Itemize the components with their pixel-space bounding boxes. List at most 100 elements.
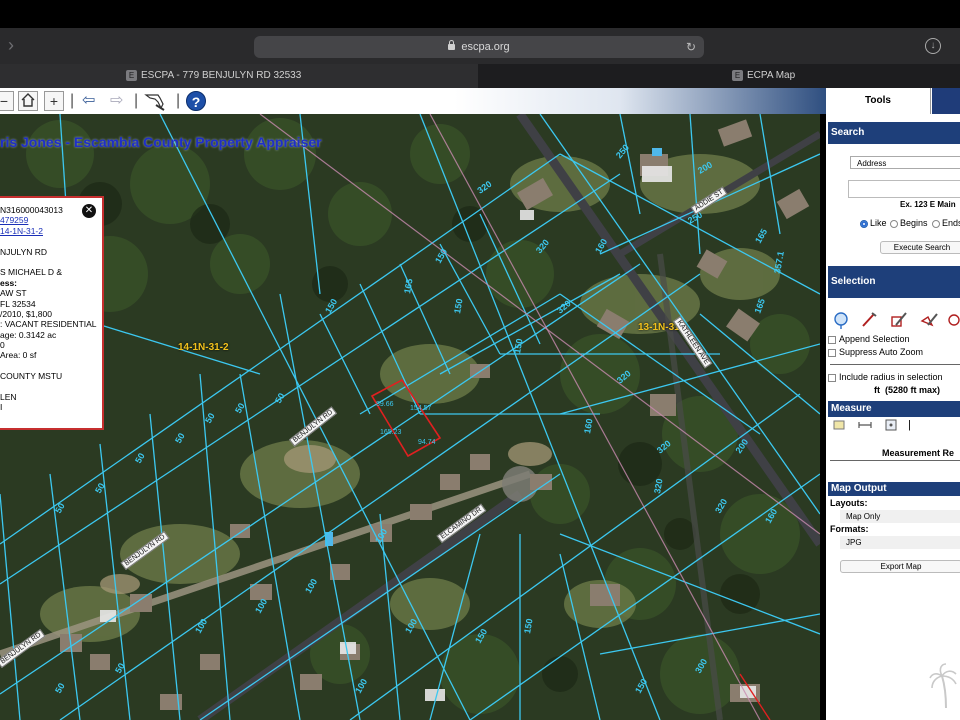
select-line-icon[interactable] [860,311,878,329]
popup-line: LEN [0,392,17,403]
measure-distance-icon[interactable] [858,418,872,432]
divider [830,460,960,461]
selection-header: Selection [828,266,960,298]
zoom-in-button[interactable]: + [44,91,64,111]
section-label: 13-1N-31 [638,322,680,333]
popup-line: COUNTY MSTU [0,371,63,382]
search-type-select[interactable]: Address [850,156,960,169]
popup-line: NJULYN RD [0,246,48,257]
tab-label: ECPA Map [747,70,796,81]
select-polygon-icon[interactable] [920,311,938,329]
tab-secondary[interactable] [932,88,960,114]
execute-search-button[interactable]: Execute Search [880,241,960,254]
zoom-out-button[interactable]: − [0,91,14,111]
popup-line: /2010, $1,800 [0,308,52,319]
popup-link-parcel[interactable]: 14-1N-31-2 [0,226,97,236]
divider [830,364,960,365]
parcel-info-popup: ✕ N316000043013 479259 14-1N-31-2 NJULYN… [0,196,104,430]
reload-icon[interactable]: ↻ [686,36,696,58]
popup-line: ess: [0,277,18,288]
select-circle-icon[interactable] [946,311,960,329]
tab-ecpa-map[interactable]: E ECPA Map [480,64,960,88]
popup-line [0,361,97,371]
map-toolbar [0,88,826,114]
radio-like[interactable] [860,219,868,228]
home-extent-button[interactable] [18,91,38,111]
identify-tool-button[interactable] [144,91,165,111]
palm-tree-logo-icon [929,663,957,709]
forward-chevron-icon[interactable]: › [8,36,14,54]
search-example: Ex. 123 E Main [900,200,956,209]
measure-area-icon[interactable] [832,418,846,432]
svg-text:89.66: 89.66 [376,401,394,408]
popup-line: N316000043013 [0,205,63,215]
include-radius-checkbox[interactable] [828,373,836,382]
section-label: 14-1N-31-2 [178,342,229,353]
popup-line: S MICHAEL D & [0,267,63,278]
map-output-header: Map Output [828,482,960,496]
radio-begins[interactable] [890,219,898,228]
favicon-icon: E [732,69,743,81]
include-radius-option[interactable]: Include radius in selection [828,372,943,382]
suppress-zoom-label: Suppress Auto Zoom [839,347,924,357]
suppress-zoom-option[interactable]: Suppress Auto Zoom [828,347,923,357]
popup-line: : VACANT RESIDENTIAL [0,319,97,330]
toolbar-separator: | [70,92,75,109]
tools-panel: Tools Search Address Ex. 123 E Main Like… [826,88,960,720]
formats-label: Formats: [830,524,869,534]
popup-link-account[interactable]: 479259 [0,215,97,225]
layout-select[interactable]: Map Only [840,510,960,523]
radius-info: ft (5280 ft max) [874,385,940,395]
radius-unit: ft [874,385,880,395]
tab-tools[interactable]: Tools [826,88,931,114]
select-point-icon[interactable] [832,311,850,329]
tab-label: ESCPA - 779 BENJULYN RD 32533 [141,70,302,81]
tab-property-record[interactable]: E ESCPA - 779 BENJULYN RD 32533 [0,64,478,88]
match-begins-option[interactable]: Begins [890,218,928,228]
previous-extent-icon[interactable]: ⇦ [82,90,95,112]
popup-lines: N316000043013 479259 14-1N-31-2 NJULYN R… [0,205,97,413]
popup-line [0,257,97,267]
select-rectangle-icon[interactable] [890,311,908,329]
append-selection-label: Append Selection [839,334,910,344]
measurement-results-label: Measurement Re [882,448,955,458]
lock-icon [448,40,456,50]
help-icon[interactable]: ? [186,91,206,111]
popup-line: I [0,402,3,413]
search-input[interactable] [848,180,960,198]
match-like-label: Like [870,218,887,228]
window-top-bar [0,0,960,28]
toolbar-separator: | [134,92,139,109]
match-ends-label: Ends [942,218,960,228]
popup-line: Area: 0 sf [0,350,37,361]
next-extent-icon[interactable]: ⇨ [110,90,123,112]
format-select[interactable]: JPG [840,536,960,549]
measure-location-icon[interactable] [884,418,898,432]
popup-line: 0 [0,340,5,351]
popup-line: FL 32534 [0,298,36,309]
download-icon[interactable]: ↓ [925,38,941,54]
popup-line: age: 0.3142 ac [0,329,57,340]
svg-text:94.74: 94.74 [418,439,436,446]
radius-max: (5280 ft max) [885,385,941,395]
toolbar-separator: | [176,92,181,109]
layouts-label: Layouts: [830,498,868,508]
match-like-option[interactable]: Like [860,218,887,228]
florida-identify-icon [144,94,165,111]
export-map-button[interactable]: Export Map [840,560,960,573]
url-bar[interactable]: escpa.org ↻ [254,36,704,58]
append-selection-checkbox[interactable] [828,335,836,344]
home-icon [21,93,35,107]
append-selection-option[interactable]: Append Selection [828,334,910,344]
suppress-zoom-checkbox[interactable] [828,348,836,357]
url-text: escpa.org [461,41,510,53]
match-begins-label: Begins [900,218,928,228]
measure-header: Measure [828,401,960,417]
search-header: Search [828,122,960,144]
radio-ends[interactable] [932,219,940,228]
map-title: ris Jones - Escambia County Property App… [0,134,322,150]
match-ends-option[interactable]: Ends [932,218,960,228]
aerial-map[interactable]: 320 320 160 320 320 320 320 160 200 250 … [0,114,820,720]
popup-line [0,382,97,392]
include-radius-label: Include radius in selection [839,372,943,382]
